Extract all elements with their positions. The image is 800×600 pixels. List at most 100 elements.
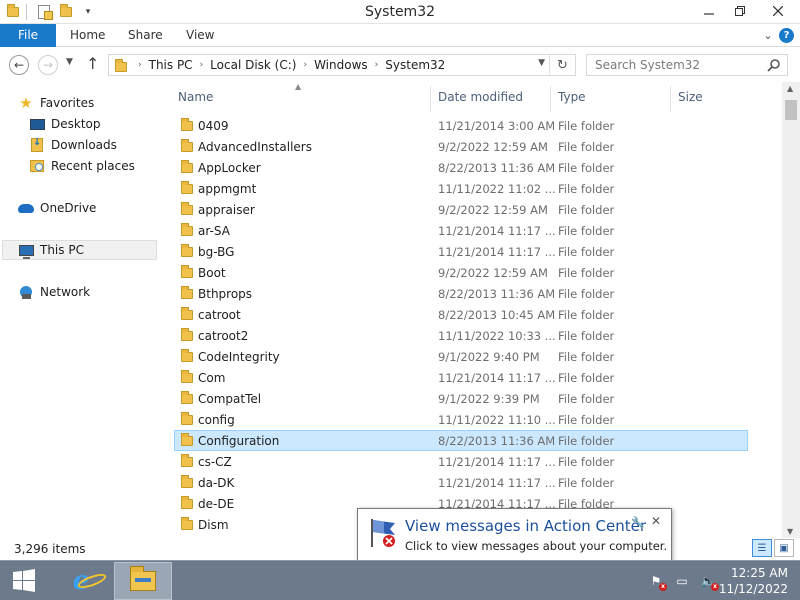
sidebar-item-desktop[interactable]: Desktop — [29, 114, 156, 134]
tab-file[interactable]: File — [0, 24, 56, 47]
address-bar[interactable]: › This PC › Local Disk (C:) › Windows › … — [108, 54, 576, 76]
file-name: AppLocker — [198, 161, 261, 175]
file-name: 0409 — [198, 119, 229, 133]
folder-icon — [181, 202, 193, 215]
file-name: catroot — [198, 308, 241, 322]
column-header-size[interactable]: Size — [668, 82, 748, 112]
file-row[interactable]: Configuration 8/22/2013 11:36 AM File fold… — [174, 430, 748, 451]
file-row[interactable]: appmgmt 11/11/2022 11:02 ... File folder — [174, 178, 748, 199]
chevron-right-icon[interactable]: › — [372, 60, 382, 70]
file-row[interactable]: Boot 9/2/2022 12:59 AM File folder — [174, 262, 748, 283]
refresh-button[interactable]: ↻ — [549, 55, 575, 75]
internet-explorer-button[interactable]: e — [60, 565, 108, 597]
file-row[interactable]: 0409 11/21/2014 3:00 AM File folder — [174, 115, 748, 136]
file-row[interactable]: cs-CZ 11/21/2014 11:17 ... File folder — [174, 451, 748, 472]
file-row[interactable]: CompatTel 9/1/2022 9:39 PM File folder — [174, 388, 748, 409]
file-date-modified: 9/2/2022 12:59 AM — [438, 266, 548, 280]
up-button[interactable]: ↑ — [86, 54, 99, 73]
system-tray: ⚑ x ▭ 🔈 x — [648, 571, 719, 591]
scrollbar-thumb[interactable] — [785, 100, 797, 120]
network-status-icon[interactable]: ▭ — [674, 573, 690, 589]
folder-icon — [181, 118, 193, 131]
column-header-type[interactable]: Type — [548, 82, 670, 112]
action-center-notification[interactable]: View messages in Action Center Click to … — [357, 508, 672, 562]
sidebar-item-onedrive[interactable]: OneDrive — [18, 198, 156, 218]
scroll-up-icon[interactable]: ▲ — [787, 84, 793, 93]
volume-muted-icon[interactable]: 🔈 x — [700, 573, 719, 591]
folder-icon — [181, 496, 193, 509]
breadcrumb-windows[interactable]: Windows — [310, 58, 372, 72]
chevron-right-icon[interactable]: › — [300, 60, 310, 70]
breadcrumb-local-disk[interactable]: Local Disk (C:) — [206, 58, 300, 72]
search-input[interactable]: Search System32 — [586, 54, 788, 76]
file-date-modified: 9/2/2022 12:59 AM — [438, 203, 548, 217]
onedrive-icon — [18, 201, 34, 215]
file-row[interactable]: appraiser 9/2/2022 12:59 AM File folder — [174, 199, 748, 220]
sidebar-item-this-pc[interactable]: This PC — [2, 240, 157, 260]
sidebar-item-favorites[interactable]: ★ Favorites — [18, 93, 156, 113]
tab-home[interactable]: Home — [60, 24, 115, 47]
close-button[interactable] — [755, 0, 800, 22]
file-type: File folder — [558, 287, 615, 301]
breadcrumb-this-pc[interactable]: This PC — [145, 58, 197, 72]
item-count: 3,296 items — [14, 542, 86, 556]
minimize-button[interactable] — [693, 0, 724, 22]
file-name: Com — [198, 371, 226, 385]
file-name: de-DE — [198, 497, 235, 511]
sidebar-item-network[interactable]: Network — [18, 282, 156, 302]
folder-icon — [181, 475, 193, 488]
help-icon[interactable]: ? — [779, 28, 794, 43]
new-folder-icon[interactable] — [57, 3, 75, 21]
recent-locations-button[interactable]: ▼ — [66, 57, 73, 67]
details-view-icon: ☰ — [757, 542, 767, 554]
taskbar-clock[interactable]: 12:25 AM 11/12/2022 — [719, 565, 788, 597]
file-date-modified: 11/11/2022 10:33 ... — [438, 329, 556, 343]
customize-toolbar-icon[interactable]: ▾ — [79, 3, 97, 21]
file-name: Boot — [198, 266, 226, 280]
clock-date: 11/12/2022 — [718, 582, 788, 596]
breadcrumb-system32[interactable]: System32 — [381, 58, 449, 72]
forward-button[interactable]: → — [38, 55, 58, 75]
back-button[interactable]: ← — [9, 55, 29, 75]
file-row[interactable]: catroot2 11/11/2022 10:33 ... File folder — [174, 325, 748, 346]
start-button[interactable] — [8, 567, 40, 595]
restore-button[interactable] — [724, 0, 755, 22]
scroll-down-icon[interactable]: ▼ — [787, 527, 793, 536]
window-controls — [693, 0, 800, 22]
vertical-scrollbar[interactable]: ▲ ▼ — [782, 82, 800, 538]
sidebar-item-downloads[interactable]: Downloads — [29, 135, 156, 155]
navigation-pane: ★ Favorites Desktop Downloads Recent pla… — [0, 82, 160, 538]
tab-view[interactable]: View — [176, 24, 224, 47]
chevron-right-icon[interactable]: › — [197, 60, 207, 70]
file-type: File folder — [558, 308, 615, 322]
title-bar: ▾ System32 — [0, 0, 800, 24]
file-row[interactable]: config 11/11/2022 11:10 ... File folder — [174, 409, 748, 430]
file-row[interactable]: da-DK 11/21/2014 11:17 ... File folder — [174, 472, 748, 493]
action-center-flag-icon[interactable]: ⚑ x — [648, 573, 667, 591]
chevron-right-icon[interactable]: › — [135, 60, 145, 70]
file-row[interactable]: Com 11/21/2014 11:17 ... File folder — [174, 367, 748, 388]
file-explorer-icon — [130, 566, 156, 591]
column-header-date-modified[interactable]: Date modified — [428, 82, 550, 112]
properties-icon[interactable] — [35, 3, 53, 21]
file-explorer-button[interactable] — [114, 562, 172, 600]
details-view-button[interactable]: ☰ — [752, 539, 772, 557]
navigation-bar: ← → ▼ ↑ › This PC › Local Disk (C:) › Wi… — [0, 48, 800, 82]
file-row[interactable]: bg-BG 11/21/2014 11:17 ... File folder — [174, 241, 748, 262]
action-center-flag-icon — [371, 519, 395, 547]
file-row[interactable]: AdvancedInstallers 9/2/2022 12:59 AM File … — [174, 136, 748, 157]
expand-ribbon-icon[interactable]: ⌄ — [757, 29, 779, 42]
large-icons-view-button[interactable]: ▣ — [774, 539, 794, 557]
sidebar-item-recent-places[interactable]: Recent places — [29, 156, 156, 176]
notification-title[interactable]: View messages in Action Center — [405, 517, 646, 535]
file-row[interactable]: ar-SA 11/21/2014 11:17 ... File folder — [174, 220, 748, 241]
file-row[interactable]: catroot 8/22/2013 10:45 AM File folder — [174, 304, 748, 325]
file-row[interactable]: Bthprops 8/22/2013 11:36 AM File folder — [174, 283, 748, 304]
chevron-down-icon[interactable]: ▼ — [538, 58, 545, 68]
file-row[interactable]: AppLocker 8/22/2013 11:36 AM File folder — [174, 157, 748, 178]
file-row[interactable]: CodeIntegrity 9/1/2022 9:40 PM File folder — [174, 346, 748, 367]
close-icon[interactable]: ✕ — [651, 514, 661, 528]
file-date-modified: 11/21/2014 3:00 AM — [438, 119, 556, 133]
tab-share[interactable]: Share — [118, 24, 173, 47]
wrench-icon[interactable]: 🔧 — [631, 516, 645, 529]
